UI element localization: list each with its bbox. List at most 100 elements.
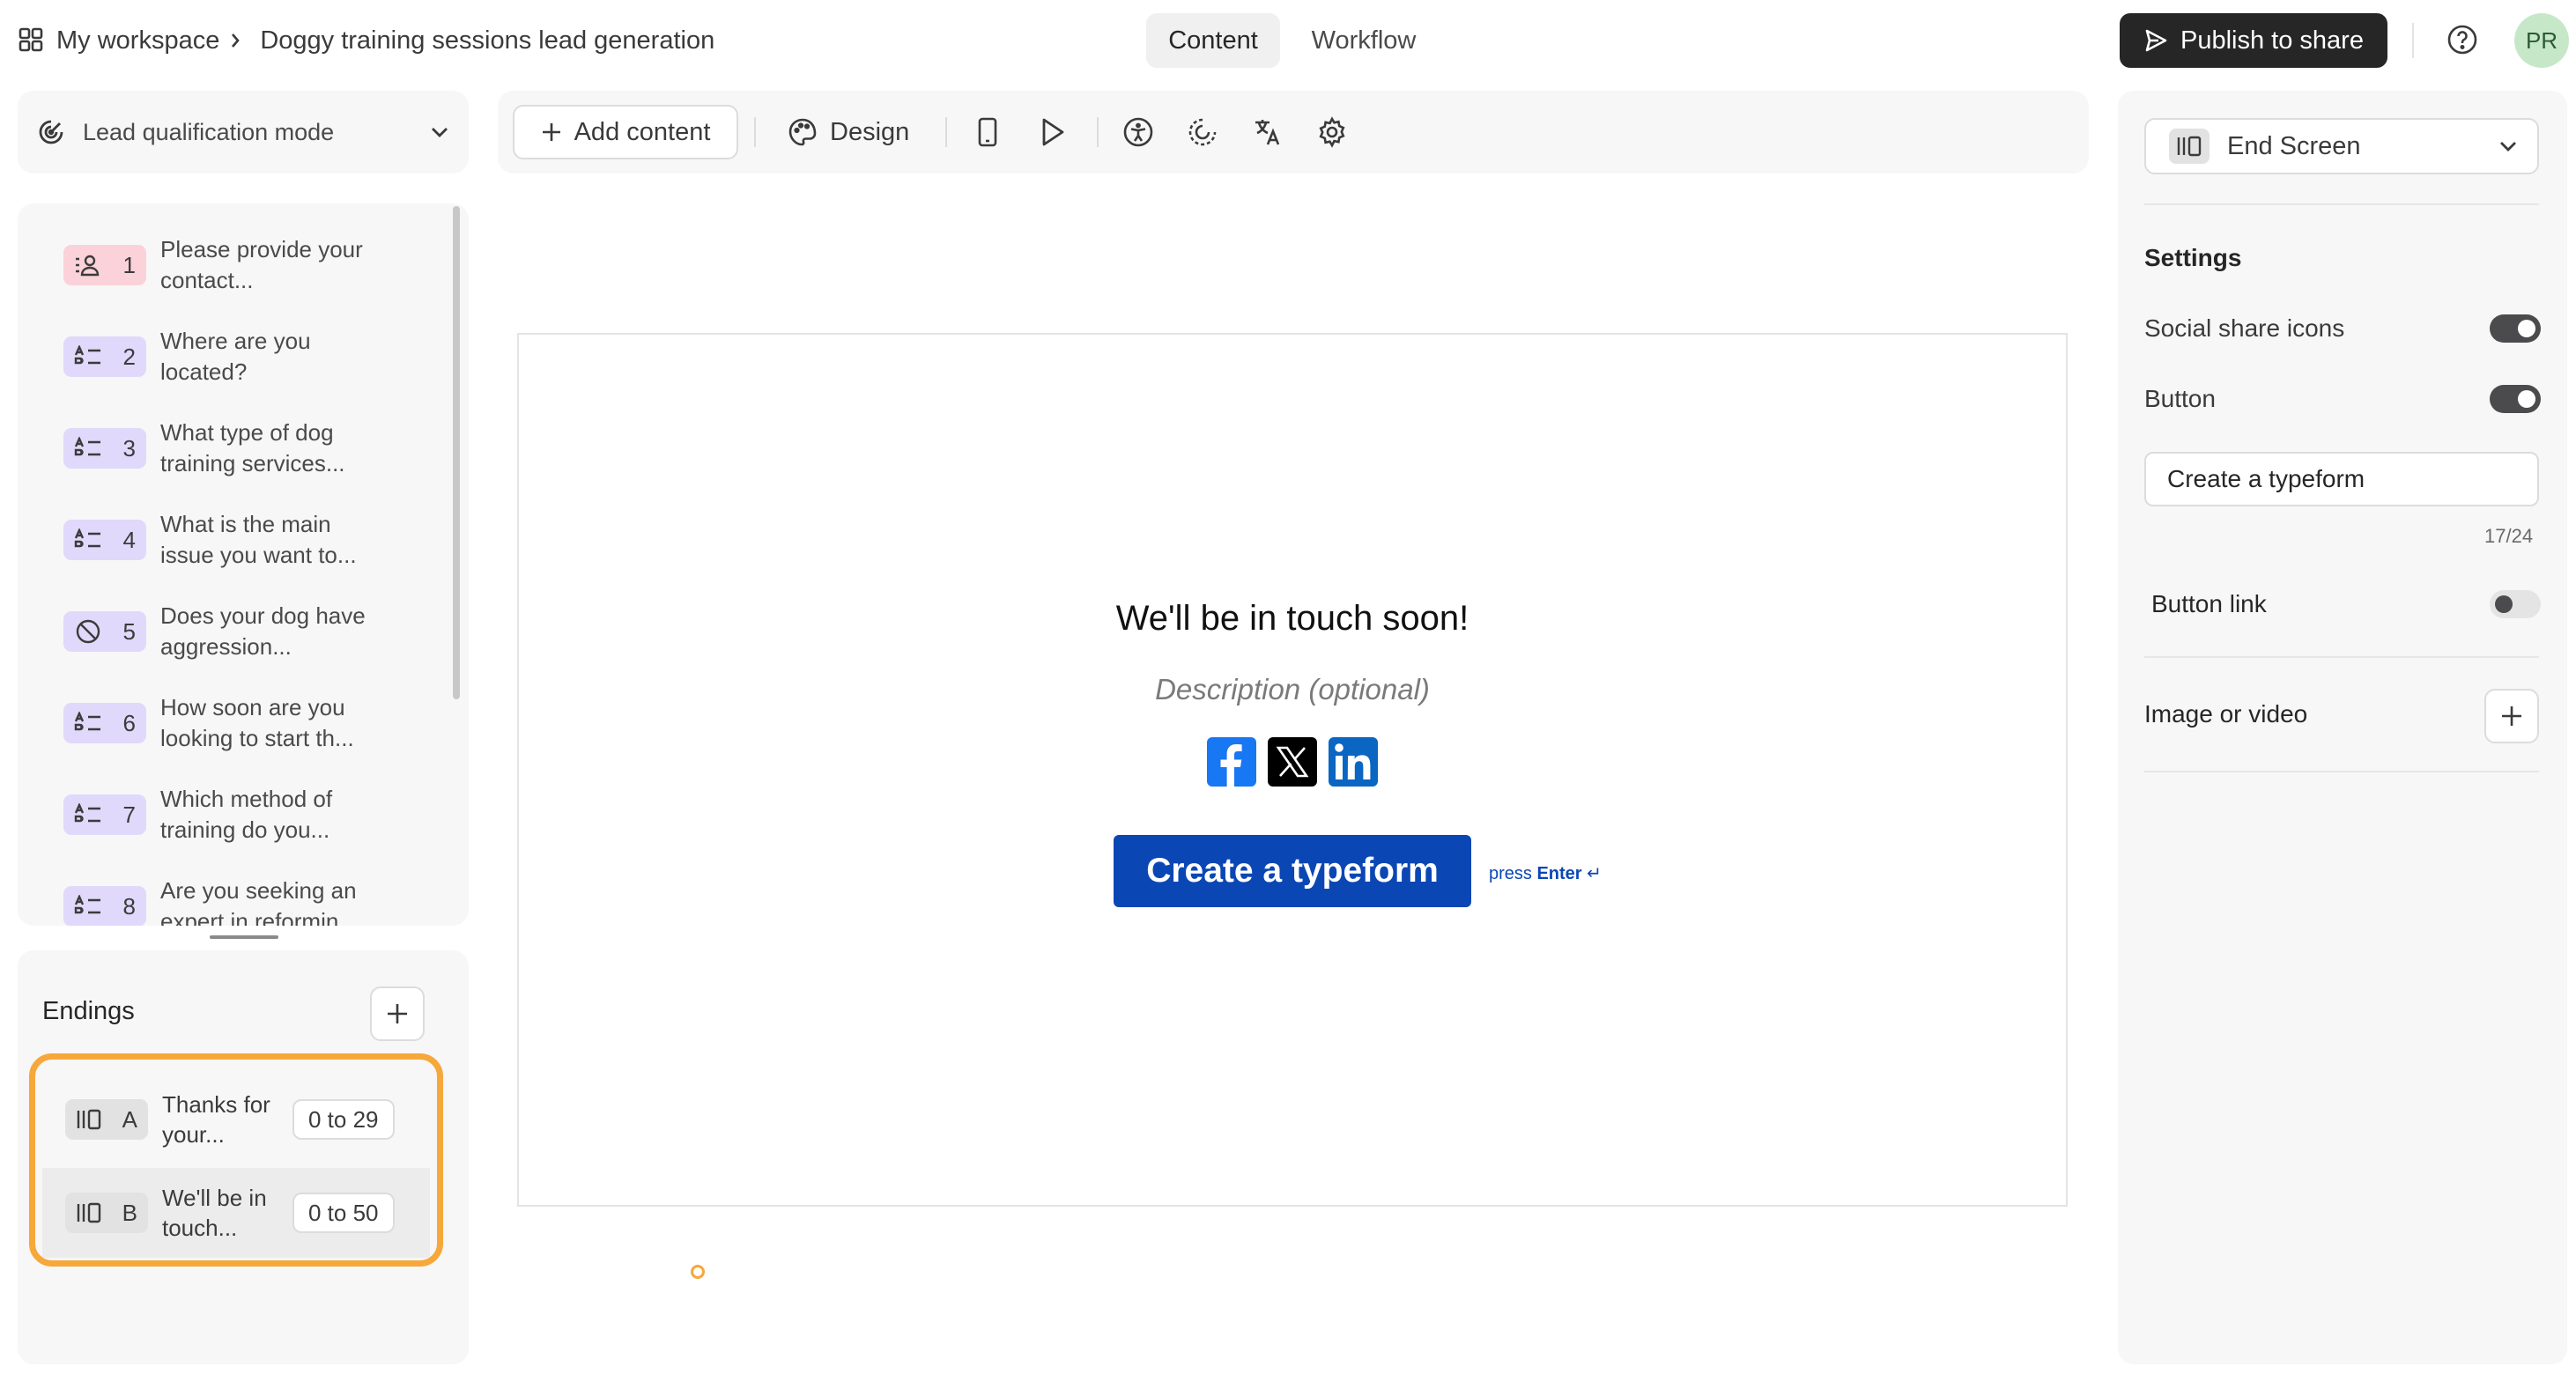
divider [2144, 656, 2539, 658]
question-number: 7 [122, 801, 136, 828]
multiple-choice-icon [74, 712, 102, 735]
question-badge: 7 [63, 794, 146, 835]
design-button[interactable]: Design [788, 105, 909, 159]
screen-type-dropdown[interactable]: End Screen [2144, 118, 2539, 174]
add-image-button[interactable] [2484, 689, 2539, 743]
question-text: What is the main issue you want to... [160, 511, 357, 568]
lead-mode-icon [37, 118, 65, 146]
create-typeform-button[interactable]: Create a typeform [1114, 835, 1471, 907]
end-screen-description[interactable]: Description (optional) [517, 673, 2068, 706]
end-screen-icon [2169, 129, 2210, 164]
list-item[interactable]: 2 Where are you located? [63, 316, 433, 397]
question-badge: 6 [63, 703, 146, 743]
list-item[interactable]: 7 Which method of training do you... [63, 774, 433, 855]
x-icon[interactable] [1268, 737, 1317, 787]
list-item[interactable]: 3 What type of dog training services... [63, 408, 433, 489]
social-share-label: Social share icons [2144, 314, 2345, 342]
button-link-toggle[interactable] [2490, 590, 2541, 618]
tab-workflow[interactable]: Workflow [1292, 13, 1436, 68]
button-text-value: Create a typeform [2167, 465, 2365, 492]
tab-content-label: Content [1168, 26, 1258, 55]
multiple-choice-icon [74, 803, 102, 826]
multiple-choice-icon [74, 345, 102, 368]
character-count: 17/24 [2484, 525, 2534, 547]
image-video-label: Image or video [2144, 700, 2308, 728]
form-title[interactable]: Doggy training sessions lead generation [260, 26, 714, 55]
list-item[interactable]: 1 Please provide your contact... [63, 225, 433, 306]
yes-no-icon [74, 617, 102, 646]
plus-icon [541, 122, 562, 143]
question-number: 8 [122, 892, 136, 920]
mode-selector[interactable]: Lead qualification mode [18, 91, 469, 174]
button-link-label: Button link [2151, 590, 2267, 617]
multiple-choice-icon [74, 895, 102, 918]
breadcrumb: My workspace Doggy training sessions lea… [56, 21, 714, 60]
contact-icon [74, 254, 102, 277]
screen-type-label: End Screen [2227, 131, 2361, 160]
question-number: 3 [122, 434, 136, 462]
question-text: What type of dog training services... [160, 419, 345, 476]
endings-highlight [29, 1053, 443, 1267]
hint-key: Enter [1536, 864, 1582, 883]
press-enter-hint: press Enter ↵ [1489, 862, 1602, 884]
question-text: How soon are you looking to start th... [160, 694, 354, 751]
list-item[interactable]: 4 What is the main issue you want to... [63, 499, 433, 580]
button-text-input[interactable]: Create a typeform [2144, 452, 2539, 506]
multiple-choice-icon [74, 528, 102, 551]
list-item[interactable]: 6 How soon are you looking to start th..… [63, 683, 433, 764]
divider [1097, 117, 1099, 147]
linkedin-icon[interactable] [1329, 737, 1378, 787]
add-content-button[interactable]: Add content [513, 105, 738, 159]
divider [754, 117, 756, 147]
hint-prefix: press [1489, 864, 1532, 883]
avatar-initials: PR [2525, 26, 2558, 54]
social-share-toggle[interactable] [2490, 314, 2541, 343]
help-icon[interactable] [2446, 24, 2478, 55]
play-icon[interactable] [1035, 114, 1070, 150]
question-badge: 8 [63, 886, 146, 926]
question-text: Are you seeking an expert in reformin [160, 877, 357, 926]
question-badge: 5 [63, 611, 146, 652]
chevron-down-icon [2498, 140, 2518, 152]
question-text: Where are you located? [160, 328, 311, 385]
divider [2144, 203, 2539, 205]
apps-grid-icon[interactable] [18, 26, 44, 53]
settings-icon[interactable] [1314, 114, 1350, 150]
question-badge: 2 [63, 336, 146, 377]
mobile-preview-icon[interactable] [970, 114, 1005, 150]
resize-handle[interactable] [210, 935, 278, 939]
add-content-label: Add content [574, 117, 711, 146]
end-screen-title[interactable]: We'll be in touch soon! [517, 599, 2068, 639]
question-number: 4 [122, 526, 136, 553]
list-item[interactable]: 5 Does your dog have aggression... [63, 591, 433, 672]
button-toggle[interactable] [2490, 385, 2541, 413]
question-text: Which method of training do you... [160, 786, 333, 843]
mode-label: Lead qualification mode [83, 118, 335, 145]
translate-icon[interactable] [1250, 114, 1285, 150]
question-number: 2 [122, 343, 136, 370]
facebook-icon[interactable] [1207, 737, 1256, 787]
endings-title: Endings [42, 997, 135, 1025]
accessibility-icon[interactable] [1121, 114, 1156, 150]
tab-workflow-label: Workflow [1311, 26, 1417, 55]
logic-icon[interactable] [1185, 114, 1220, 150]
cta-label: Create a typeform [1146, 852, 1439, 890]
tab-content[interactable]: Content [1146, 13, 1280, 68]
question-badge: 3 [63, 428, 146, 469]
question-list-scrollbar[interactable] [453, 206, 460, 699]
list-item[interactable]: 8 Are you seeking an expert in reformin [63, 866, 433, 926]
palette-icon [788, 117, 818, 147]
multiple-choice-icon [74, 437, 102, 460]
divider [2144, 771, 2539, 772]
publish-button[interactable]: Publish to share [2120, 13, 2387, 68]
add-ending-button[interactable] [370, 986, 425, 1041]
plus-icon [386, 1002, 409, 1025]
cursor-indicator [691, 1265, 705, 1279]
question-number: 6 [122, 709, 136, 736]
question-badge: 1 [63, 245, 146, 285]
send-icon [2143, 28, 2168, 53]
avatar[interactable]: PR [2514, 13, 2569, 68]
chevron-down-icon [430, 126, 449, 138]
button-toggle-label: Button [2144, 385, 2216, 412]
breadcrumb-workspace[interactable]: My workspace [56, 26, 219, 55]
